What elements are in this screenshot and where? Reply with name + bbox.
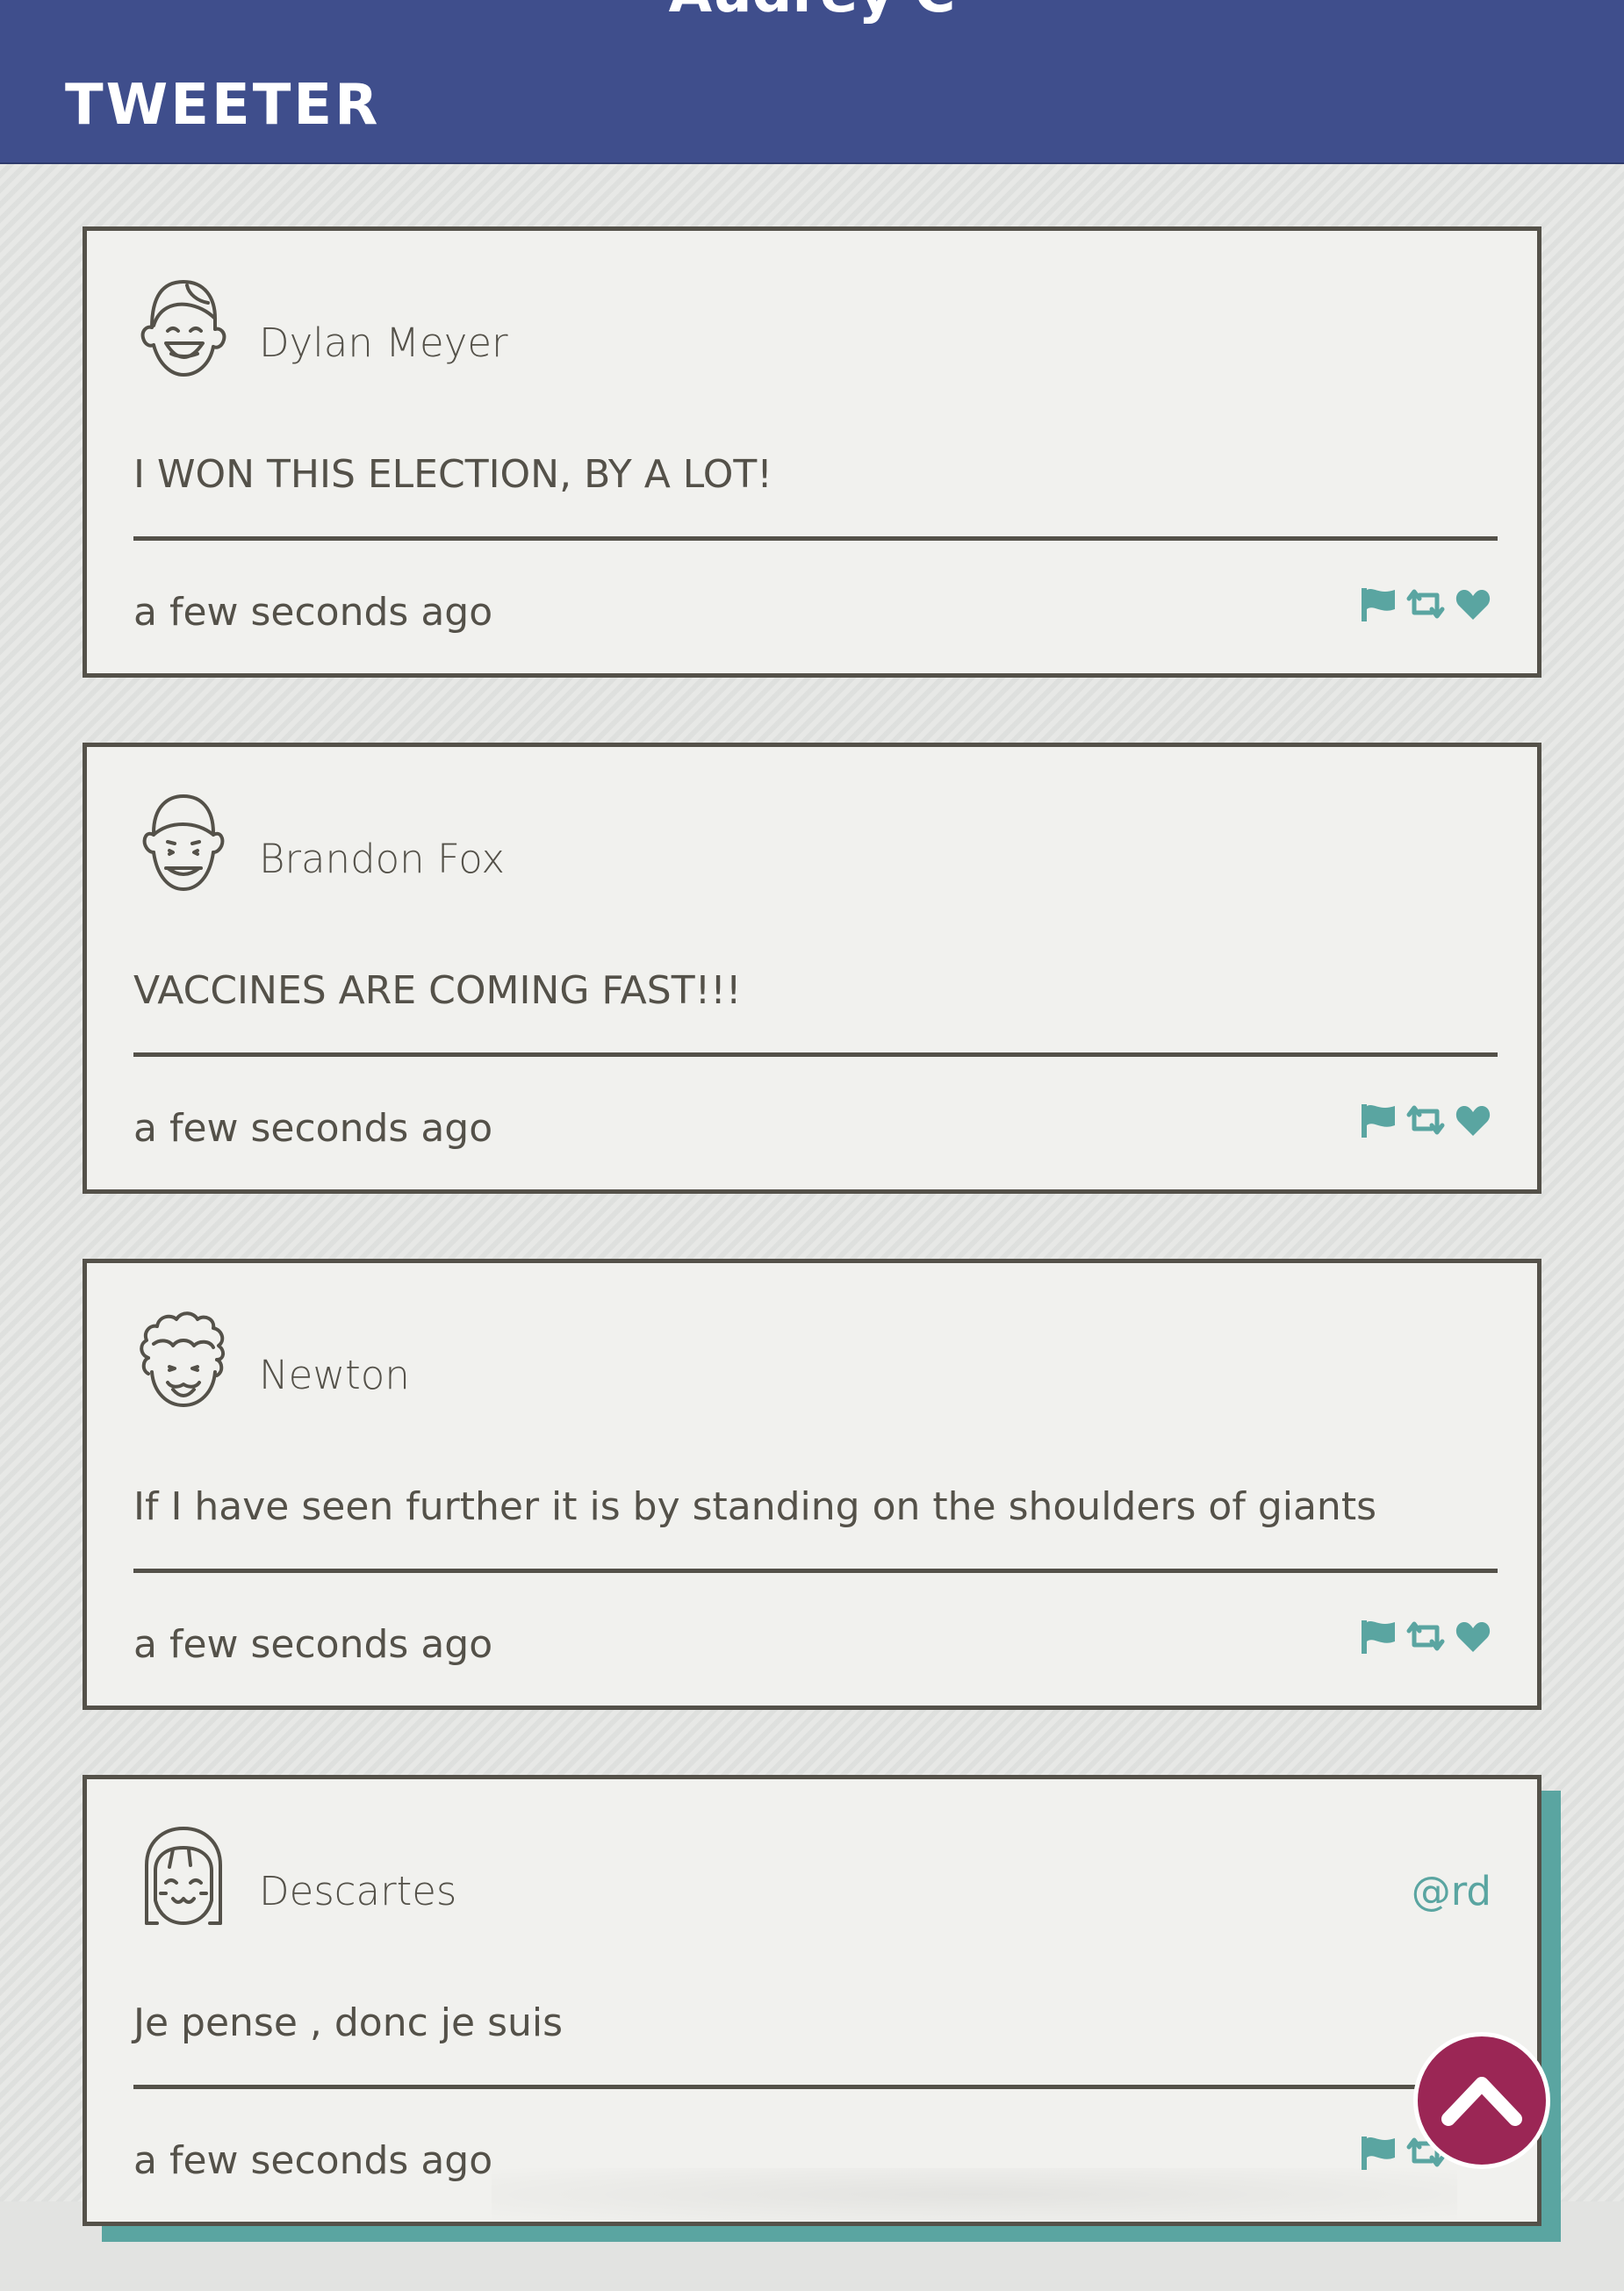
smiling-man-avatar [134, 789, 233, 898]
heart-icon[interactable] [1455, 586, 1491, 621]
flag-icon[interactable] [1360, 1102, 1397, 1138]
flag-icon[interactable] [1360, 586, 1397, 621]
bob-hair-avatar [134, 1821, 233, 1930]
tweet-divider [133, 2085, 1498, 2089]
tweet-author-name[interactable]: Brandon Fox [259, 835, 505, 884]
flag-icon[interactable] [1360, 2135, 1397, 2170]
tweet-feed: Dylan Meyer I WON THIS ELECTION, BY A LO… [83, 226, 1541, 2291]
heart-icon[interactable] [1455, 1102, 1491, 1138]
tweet-author-handle[interactable]: @rd [1412, 1867, 1491, 1916]
tweet-timestamp: a few seconds ago [133, 1622, 493, 1667]
flag-icon[interactable] [1360, 1619, 1397, 1654]
tweet-text: If I have seen further it is by standing… [133, 1484, 1376, 1529]
curly-hair-avatar [134, 1305, 233, 1414]
tweet-text: I WON THIS ELECTION, BY A LOT! [133, 452, 772, 497]
tweet-author-name[interactable]: Dylan Meyer [259, 319, 508, 368]
tweet-divider [133, 536, 1498, 541]
tweet-text: VACCINES ARE COMING FAST!!! [133, 968, 742, 1013]
retweet-icon[interactable] [1405, 1102, 1446, 1138]
app-header: Audrey C TWEETER [0, 0, 1624, 164]
retweet-icon[interactable] [1405, 1619, 1446, 1654]
app-logo[interactable]: TWEETER [65, 74, 380, 137]
tweet-divider [133, 1569, 1498, 1573]
header-user-name: Audrey C [0, 0, 1624, 21]
tweet-timestamp: a few seconds ago [133, 1106, 493, 1151]
retweet-icon[interactable] [1405, 586, 1446, 621]
laughing-boy-avatar [134, 273, 233, 382]
tweet-card: Newton If I have seen further it is by s… [83, 1259, 1541, 1710]
tweet-actions [1360, 586, 1491, 621]
tweet-author-name[interactable]: Newton [259, 1351, 410, 1400]
tweet-divider [133, 1052, 1498, 1057]
tweet-card: Dylan Meyer I WON THIS ELECTION, BY A LO… [83, 226, 1541, 678]
tweet-actions [1360, 1102, 1491, 1138]
tweet-author-name[interactable]: Descartes [259, 1867, 456, 1916]
tweet-card: Brandon Fox VACCINES ARE COMING FAST!!! … [83, 743, 1541, 1194]
scroll-to-top-button[interactable] [1413, 2032, 1550, 2169]
tweet-text: Je pense , donc je suis [133, 2000, 564, 2045]
tweet-card: Descartes @rd Je pense , donc je suis a … [83, 1775, 1541, 2226]
chevron-up-icon [1438, 2068, 1526, 2133]
tweet-timestamp: a few seconds ago [133, 590, 493, 635]
bottom-shadow [492, 2168, 1457, 2221]
tweet-timestamp: a few seconds ago [133, 2138, 493, 2183]
heart-icon[interactable] [1455, 1619, 1491, 1654]
tweet-actions [1360, 1619, 1491, 1654]
